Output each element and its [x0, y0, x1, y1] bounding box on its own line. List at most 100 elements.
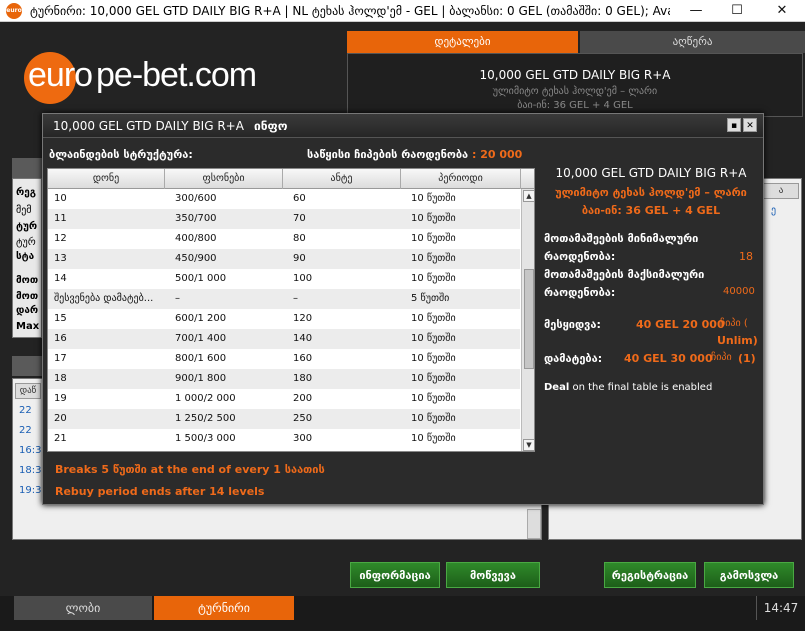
- column-header-period[interactable]: პერიოდი: [401, 169, 521, 189]
- table-scrollbar[interactable]: ▲ ▼: [521, 189, 534, 451]
- cell-ante: 200: [293, 393, 313, 404]
- list-item[interactable]: 22: [19, 405, 32, 416]
- maximize-button[interactable]: ☐: [715, 0, 759, 22]
- cell-period: 10 წუთში: [411, 313, 456, 324]
- site-logo: euro pe-bet.com: [24, 48, 284, 108]
- unregister-button[interactable]: გამოსვლა: [704, 562, 794, 588]
- table-row[interactable]: 20 1 250/2 500 250 10 წუთში: [48, 409, 520, 429]
- table-row[interactable]: 14 500/1 000 100 10 წუთში: [48, 269, 520, 289]
- left-info-panel: რეგ მემ ტურ ტურ სტა მოთ მოთ დარ Max: [12, 178, 42, 338]
- cell-level: 12: [54, 233, 67, 244]
- close-button[interactable]: ✕: [760, 0, 804, 22]
- dialog-title: 10,000 GEL GTD DAILY BIG R+A ინფო: [53, 119, 288, 133]
- register-button[interactable]: რეგისტრაცია: [604, 562, 696, 588]
- window-title: ტურნირი: 10,000 GEL GTD DAILY BIG R+A | …: [30, 4, 670, 18]
- minimize-button[interactable]: —: [674, 0, 718, 22]
- column-header-level[interactable]: დონე: [48, 169, 165, 189]
- cell-period: 10 წუთში: [411, 273, 456, 284]
- cell-stakes: 350/700: [175, 213, 217, 224]
- cell-ante: 100: [293, 273, 313, 284]
- table-row[interactable]: 19 1 000/2 000 200 10 წუთში: [48, 389, 520, 409]
- column-header-ante[interactable]: ანტე: [283, 169, 401, 189]
- app-logo-icon: euro: [6, 3, 22, 19]
- list-item[interactable]: 22: [19, 425, 32, 436]
- table-row[interactable]: 12 400/800 80 10 წუთში: [48, 229, 520, 249]
- cell-period: 10 წუთში: [411, 193, 456, 204]
- cell-stakes: 1 000/2 000: [175, 393, 236, 404]
- cell-level: 11: [54, 213, 67, 224]
- cell-level: შესვენება დამატებ...: [54, 293, 154, 304]
- cell-ante: 160: [293, 353, 313, 364]
- rebuy-value: 40 GEL 20 000: [636, 318, 725, 331]
- info-button[interactable]: ინფორმაცია: [350, 562, 440, 588]
- max-players-label-2: რაოდენობა:: [544, 286, 616, 299]
- list-column-header[interactable]: დაწ: [15, 383, 41, 399]
- addon-label: დამატება:: [544, 352, 603, 365]
- tab-lobby[interactable]: ლობი: [14, 596, 152, 620]
- scroll-down-icon[interactable]: ▼: [523, 439, 534, 451]
- details-tabs: დეტალები აღწერა: [347, 31, 805, 53]
- left-panel-header: [12, 158, 42, 178]
- dialog-title-name: 10,000 GEL GTD DAILY BIG R+A: [53, 119, 244, 133]
- cell-period: 10 წუთში: [411, 393, 456, 404]
- cell-ante: 90: [293, 253, 306, 264]
- dialog-minimize-icon[interactable]: ▪: [727, 118, 741, 132]
- left-fragment: მოთ: [16, 275, 39, 286]
- min-players-value: 18: [739, 250, 753, 263]
- list-item[interactable]: 18:3: [19, 465, 41, 476]
- cell-stakes: 400/800: [175, 233, 217, 244]
- invite-button[interactable]: მოწვევა: [446, 562, 540, 588]
- scroll-up-icon[interactable]: ▲: [523, 190, 534, 202]
- table-row[interactable]: 18 900/1 800 180 10 წუთში: [48, 369, 520, 389]
- bottom-tab-bar: ლობი ტურნირი 14:47: [0, 596, 805, 631]
- cell-level: 19: [54, 393, 67, 404]
- addon-value: 40 GEL 30 000: [624, 352, 713, 365]
- deal-note: Deal on the final table is enabled: [544, 382, 712, 393]
- list-item[interactable]: 16:3: [19, 445, 41, 456]
- max-players-label: მოთამაშეების მაქსიმალური: [544, 268, 705, 281]
- table-row[interactable]: 16 700/1 400 140 10 წუთში: [48, 329, 520, 349]
- list-scrollbar[interactable]: [527, 509, 541, 539]
- rebuy-unlim: Unlim): [717, 334, 758, 347]
- table-row[interactable]: 17 800/1 600 160 10 წუთში: [48, 349, 520, 369]
- column-header-stakes[interactable]: ფსონები: [165, 169, 283, 189]
- table-row[interactable]: შესვენება დამატებ... – – 5 წუთში: [48, 289, 520, 309]
- left-fragment: ტურ: [16, 221, 38, 232]
- details-game-type: ულიმიტო ტეხას ჰოლდ'ემ – ლარი: [492, 86, 658, 97]
- table-row[interactable]: 15 600/1 200 120 10 წუთში: [48, 309, 520, 329]
- tab-tournament[interactable]: ტურნირი: [154, 596, 294, 620]
- right-list-link[interactable]: ე: [771, 205, 776, 216]
- cell-ante: 70: [293, 213, 306, 224]
- cell-stakes: 500/1 000: [175, 273, 227, 284]
- cell-period: 10 წუთში: [411, 413, 456, 424]
- right-column-header[interactable]: ა: [763, 183, 799, 199]
- table-row[interactable]: 10 300/600 60 10 წუთში: [48, 189, 520, 209]
- cell-period: 10 წუთში: [411, 353, 456, 364]
- logo-text-euro: euro: [28, 56, 93, 94]
- cell-ante: 250: [293, 413, 313, 424]
- cell-level: 21: [54, 433, 67, 444]
- cell-period: 10 წუთში: [411, 213, 456, 224]
- tab-details[interactable]: დეტალები: [347, 31, 578, 53]
- cell-level: 17: [54, 353, 67, 364]
- left-fragment: მემ: [16, 205, 32, 216]
- start-chips-label: საწყისი ჩიპების რაოდენობა : 20 000: [307, 148, 522, 161]
- logo-text-rest: pe-bet.com: [96, 56, 257, 94]
- start-chips-label-text: საწყისი ჩიპების რაოდენობა: [307, 148, 469, 161]
- tab-description[interactable]: აღწერა: [580, 31, 805, 53]
- cell-period: 10 წუთში: [411, 253, 456, 264]
- dialog-close-icon[interactable]: ✕: [743, 118, 757, 132]
- cell-level: 20: [54, 413, 67, 424]
- window-titlebar: euro ტურნირი: 10,000 GEL GTD DAILY BIG R…: [0, 0, 805, 22]
- table-row[interactable]: 11 350/700 70 10 წუთში: [48, 209, 520, 229]
- rebuy-label: მესყიდვა:: [544, 318, 601, 331]
- table-row[interactable]: 21 1 500/3 000 300 10 წუთში: [48, 429, 520, 449]
- breaks-note: Breaks 5 წუთში at the end of every 1 საა…: [55, 463, 325, 476]
- table-row[interactable]: 13 450/900 90 10 წუთში: [48, 249, 520, 269]
- list-item[interactable]: 19:3: [19, 485, 41, 496]
- scroll-thumb[interactable]: [524, 269, 534, 369]
- cell-ante: 300: [293, 433, 313, 444]
- cell-stakes: –: [175, 293, 180, 304]
- left-fragment: სტა: [16, 251, 35, 262]
- left-fragment: რეგ: [16, 187, 36, 198]
